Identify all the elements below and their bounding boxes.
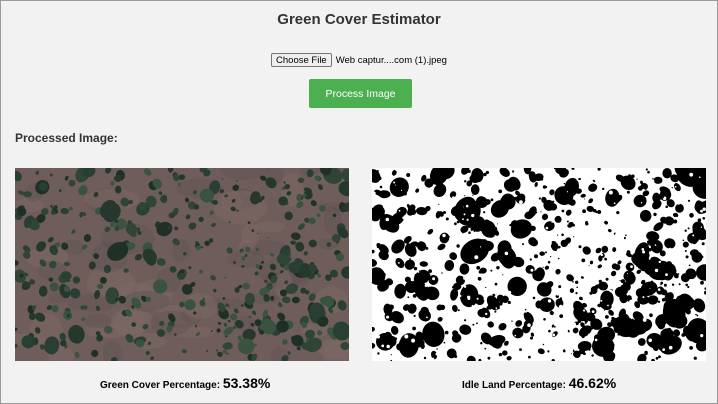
file-upload-row: Choose File Web captur....com (1).jpeg bbox=[1, 53, 717, 67]
selected-file-name: Web captur....com (1).jpeg bbox=[335, 54, 447, 66]
mask-image-graphic bbox=[372, 168, 706, 361]
satellite-image-graphic bbox=[15, 168, 349, 361]
idle-land-value: 46.62% bbox=[568, 375, 617, 391]
idle-land-label: Idle Land Percentage: bbox=[462, 380, 566, 391]
choose-file-button[interactable]: Choose File bbox=[271, 53, 332, 67]
processed-image-heading: Processed Image: bbox=[15, 131, 118, 145]
page-title: Green Cover Estimator bbox=[277, 11, 441, 28]
green-cover-value: 53.38% bbox=[222, 375, 271, 391]
original-satellite-image bbox=[15, 168, 349, 361]
green-cover-label: Green Cover Percentage: bbox=[100, 380, 221, 391]
idle-land-stat: Idle Land Percentage: 46.62% bbox=[462, 375, 616, 391]
app-window: Green Cover Estimator Choose File Web ca… bbox=[0, 0, 718, 404]
green-cover-stat: Green Cover Percentage: 53.38% bbox=[100, 375, 270, 391]
vegetation-mask-image bbox=[372, 168, 706, 361]
process-image-button[interactable]: Process Image bbox=[309, 79, 412, 108]
